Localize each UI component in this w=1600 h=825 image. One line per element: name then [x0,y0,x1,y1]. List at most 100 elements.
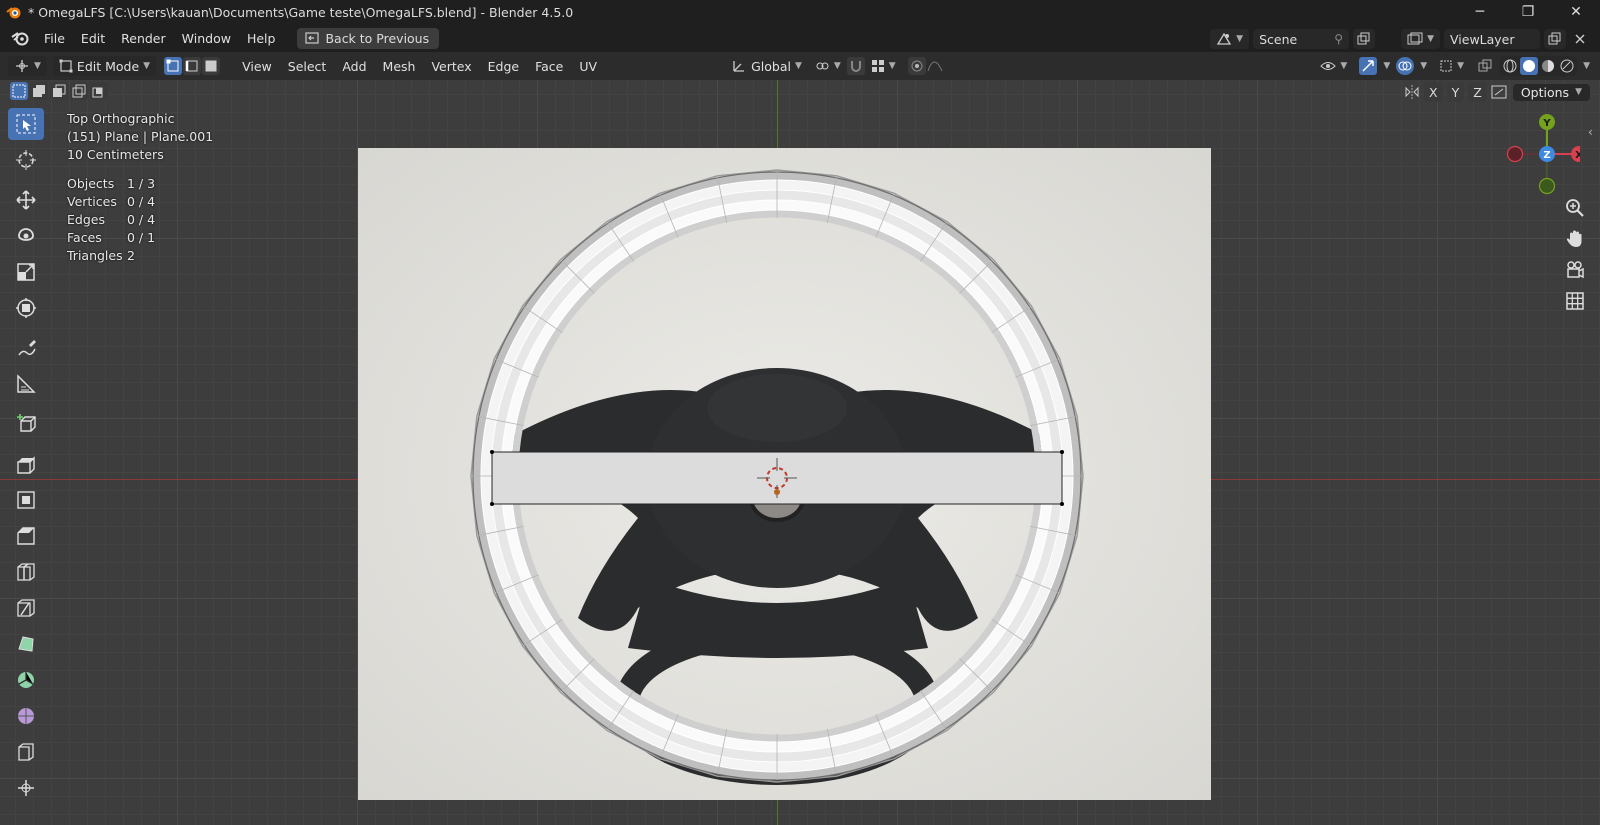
tool-scale[interactable] [8,256,44,288]
options-label: Options [1520,84,1570,100]
mirror-x-toggle[interactable]: X [1424,82,1443,102]
options-dropdown[interactable]: Options ▼ [1512,83,1590,101]
scene-type-dropdown[interactable]: ▼ [1210,29,1250,49]
select-invert-button[interactable] [70,82,88,100]
pin-icon[interactable]: ⚲ [1334,32,1343,46]
tool-shrink-fatten[interactable] [8,772,44,804]
auto-merge-icon[interactable] [1491,84,1509,100]
view-layer-icon [1407,32,1423,45]
snap-target-dropdown[interactable]: ▼ [865,56,902,76]
select-new-button[interactable] [10,82,28,100]
maximize-button[interactable]: ❐ [1504,0,1552,24]
mode-dropdown[interactable]: Edit Mode ▼ [52,56,157,76]
xray-toggle[interactable] [1476,57,1494,75]
blender-menu-icon[interactable] [10,28,30,48]
camera-view-button[interactable] [1560,255,1590,285]
tool-knife[interactable] [8,592,44,624]
header-menu-vertex[interactable]: Vertex [423,59,479,74]
chevron-down-icon: ▼ [794,61,802,71]
wireframe-shading-button[interactable] [1501,57,1519,75]
stat-label: Vertices [67,194,117,209]
back-to-previous-button[interactable]: Back to Previous [297,27,440,49]
loop-cut-icon [17,563,35,581]
header-menu-edge[interactable]: Edge [480,59,527,74]
header-menu-view[interactable]: View [234,59,280,74]
header-menu-add[interactable]: Add [334,59,374,74]
minimize-button[interactable]: ─ [1456,0,1504,24]
stat-row-objects: Objects 1 / 3 [67,175,213,193]
tool-poly-build[interactable] [8,628,44,660]
viewport-shading-group: ▼ ▼ ▼ ▼ ▼ [1314,56,1590,76]
snap-toggle[interactable] [846,57,865,75]
navigation-gizmo[interactable]: Y X Z [1500,110,1587,200]
mirror-icon[interactable] [1404,84,1420,100]
tool-extrude[interactable] [8,448,44,480]
toggle-ortho-button[interactable] [1560,286,1590,316]
tool-measure[interactable] [8,368,44,400]
pan-button[interactable] [1560,224,1590,254]
tool-select-box[interactable] [8,108,44,140]
view-layer-field[interactable]: ViewLayer [1444,29,1540,49]
select-intersect-button[interactable] [90,82,108,100]
tool-rotate[interactable] [8,220,44,252]
select-mode-group [164,57,221,75]
viewport-options-group: X Y Z Options ▼ [1404,82,1590,102]
menu-edit[interactable]: Edit [73,31,113,46]
overlay-toggle[interactable] [1396,57,1415,75]
falloff-dropdown[interactable] [926,57,944,75]
tool-edge-slide[interactable] [8,736,44,768]
gizmo-chevron-down-icon[interactable]: ▼ [1383,61,1390,71]
face-select-button[interactable] [202,57,221,75]
material-shading-button[interactable] [1539,57,1557,75]
tool-add-cube[interactable] [8,408,44,440]
menu-help[interactable]: Help [239,31,284,46]
stat-row-faces: Faces 0 / 1 [67,229,213,247]
solid-shading-button[interactable] [1520,57,1539,75]
transform-orientation-dropdown[interactable]: Global ▼ [725,56,808,76]
tool-bevel[interactable] [8,520,44,552]
edge-select-button[interactable] [183,57,202,75]
shading-chevron-down-icon[interactable]: ▼ [1583,61,1590,71]
menu-window[interactable]: Window [174,31,239,46]
tool-smooth[interactable] [8,700,44,732]
select-subtract-button[interactable] [50,82,68,100]
remove-view-layer-button[interactable] [1570,29,1590,49]
header-menu-select[interactable]: Select [280,59,335,74]
tool-move[interactable] [8,184,44,216]
vertex-select-button[interactable] [164,57,183,75]
mesh-edit-overlay-dropdown[interactable]: ▼ [1433,56,1470,76]
tool-transform[interactable] [8,292,44,324]
3d-viewport[interactable]: X Y Z Options ▼ Top Orthographic (151) P… [0,80,1600,825]
menu-file[interactable]: File [36,31,73,46]
close-button[interactable]: ✕ [1552,0,1600,24]
rendered-shading-button[interactable] [1558,57,1576,75]
select-extend-button[interactable] [30,82,48,100]
gizmo-toggle[interactable] [1359,57,1378,75]
edge-select-icon [185,60,198,72]
zoom-button[interactable] [1560,193,1590,223]
tool-annotate[interactable] [8,332,44,364]
editor-type-dropdown[interactable]: ▼ [8,56,47,76]
visibility-dropdown[interactable]: ▼ [1314,56,1353,76]
mirror-z-toggle[interactable]: Z [1468,82,1487,102]
header-menu-face[interactable]: Face [527,59,571,74]
proportional-edit-toggle[interactable] [907,57,926,75]
scene-field[interactable]: Scene ⚲ [1253,29,1350,49]
header-menu-uv[interactable]: UV [571,59,605,74]
tool-inset[interactable] [8,484,44,516]
new-scene-button[interactable] [1353,29,1376,49]
sidebar-toggle-chevron-icon[interactable]: ‹ [1588,125,1593,139]
mirror-y-toggle[interactable]: Y [1446,82,1465,102]
pivot-point-dropdown[interactable]: ▼ [808,56,847,76]
shading-mode-group [1500,56,1578,76]
viewlayer-type-dropdown[interactable]: ▼ [1401,29,1440,49]
overlay-chevron-down-icon[interactable]: ▼ [1420,61,1427,71]
tool-cursor[interactable] [8,144,44,176]
menu-render[interactable]: Render [113,31,174,46]
header-menu-mesh[interactable]: Mesh [375,59,424,74]
new-view-layer-button[interactable] [1544,29,1566,49]
tool-spin[interactable] [8,664,44,696]
tool-loop-cut[interactable] [8,556,44,588]
chevron-down-icon: ▼ [143,61,151,71]
scale-icon [17,263,35,281]
